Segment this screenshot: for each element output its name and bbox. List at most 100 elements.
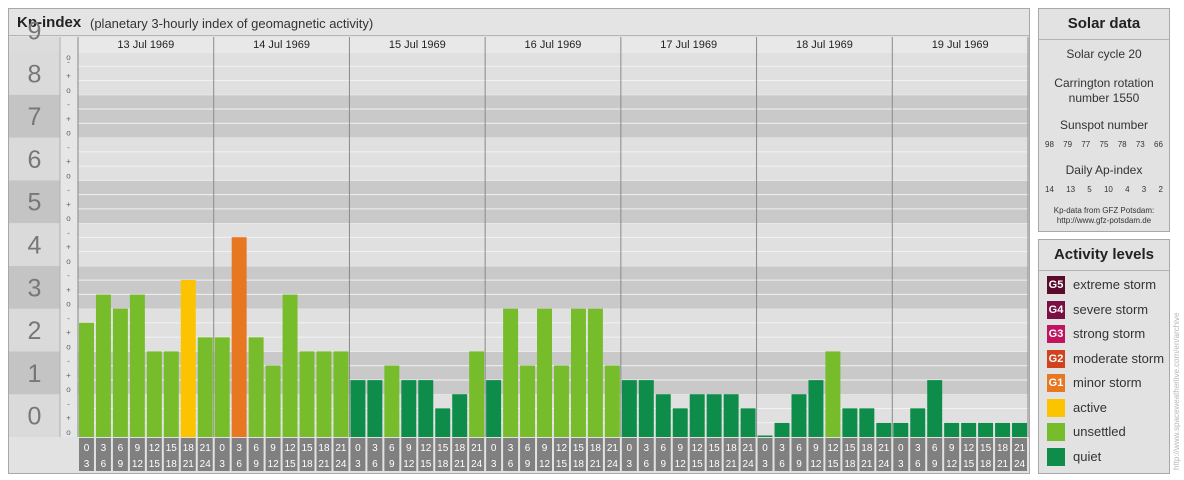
- sunspot-value-3: 75: [1099, 140, 1109, 149]
- hour-start-label: 9: [813, 443, 819, 454]
- hour-end-label: 3: [627, 459, 633, 470]
- hour-end-label: 6: [508, 459, 514, 470]
- kp-bar: [876, 422, 892, 437]
- hour-start-label: 0: [491, 443, 497, 454]
- legend-item-G5: G5 extreme storm: [1039, 273, 1169, 298]
- minor-tick-label: o: [66, 129, 71, 138]
- hour-end-label: 21: [454, 459, 466, 470]
- ap-index-label: Daily Ap-index: [1065, 163, 1143, 177]
- hour-end-label: 18: [166, 459, 178, 470]
- day-label: 17 Jul 1969: [660, 39, 717, 51]
- hour-end-label: 9: [932, 459, 938, 470]
- hour-end-label: 6: [779, 459, 785, 470]
- hour-start-label: 18: [454, 443, 466, 454]
- hour-end-label: 12: [675, 459, 687, 470]
- hour-start-label: 15: [980, 443, 992, 454]
- hour-start-label: 9: [542, 443, 548, 454]
- y-band: [78, 52, 1028, 95]
- ap-value-1: 13: [1066, 185, 1076, 194]
- hour-end-label: 6: [915, 459, 921, 470]
- kp-bar: [486, 380, 502, 437]
- minor-tick-label: -: [67, 143, 70, 152]
- kp-bar: [825, 351, 841, 437]
- kp-bar: [282, 294, 298, 437]
- kp-bar: [384, 365, 400, 437]
- kp-bar: [604, 365, 620, 437]
- kp-bar: [180, 280, 196, 437]
- kp-chart: 13 Jul 1969 14 Jul 1969 15 Jul 1969 16 Jul …: [9, 18, 1029, 471]
- sunspot-value-2: 77: [1081, 140, 1091, 149]
- legend-item-active: active: [1039, 396, 1169, 421]
- hour-start-label: 18: [590, 443, 602, 454]
- hour-end-label: 18: [301, 459, 313, 470]
- kp-bar: [537, 308, 552, 437]
- hour-end-label: 3: [491, 459, 497, 470]
- kp-bar: [129, 294, 145, 437]
- hour-start-label: 0: [355, 443, 361, 454]
- hour-end-label: 9: [660, 459, 666, 470]
- hour-end-label: 9: [253, 459, 259, 470]
- kp-bar: [740, 408, 756, 437]
- y-tick-label: 9: [28, 18, 42, 46]
- y-band: [78, 137, 1028, 181]
- y-tick-label: 3: [28, 274, 42, 302]
- hour-start-label: 3: [644, 443, 650, 454]
- hour-end-label: 3: [762, 459, 768, 470]
- hour-start-label: 21: [1014, 443, 1026, 454]
- hour-start-label: 12: [963, 443, 975, 454]
- minor-tick-label: +: [66, 328, 71, 337]
- minor-tick-label: +: [66, 414, 71, 423]
- sunspot-value-0: 98: [1045, 140, 1054, 149]
- hour-start-label: 18: [861, 443, 873, 454]
- y-tick-label: 2: [28, 317, 42, 345]
- source-line2: http://www.gfz-potsdam.de: [1056, 216, 1152, 225]
- day-label: 18 Jul 1969: [796, 39, 853, 51]
- hour-end-label: 21: [590, 459, 602, 470]
- hour-start-label: 15: [166, 443, 178, 454]
- hour-end-label: 24: [607, 459, 619, 470]
- ap-value-6: 2: [1158, 185, 1163, 194]
- sunspot-value-6: 66: [1154, 140, 1163, 149]
- hour-start-label: 0: [762, 443, 768, 454]
- y-tick-label: 7: [28, 103, 42, 131]
- minor-tick-label: +: [66, 200, 71, 209]
- hour-end-label: 21: [997, 459, 1009, 470]
- minor-tick-label: +: [66, 114, 71, 123]
- hour-end-label: 24: [200, 459, 212, 470]
- legend-label: severe storm: [1073, 301, 1149, 317]
- hour-start-label: 6: [932, 443, 938, 454]
- hour-start-label: 21: [335, 443, 347, 454]
- hour-end-label: 9: [525, 459, 531, 470]
- kp-bar: [808, 380, 824, 437]
- activity-levels-title: Activity levels: [1039, 240, 1169, 271]
- y-tick-label: 4: [28, 232, 42, 260]
- hour-end-label: 3: [898, 459, 904, 470]
- hour-start-label: 15: [301, 443, 313, 454]
- hour-start-label: 12: [420, 443, 432, 454]
- minor-tick-label: -: [67, 314, 70, 323]
- minor-tick-label: o: [66, 214, 71, 223]
- hour-start-label: 6: [253, 443, 259, 454]
- legend-label: extreme storm: [1073, 277, 1157, 292]
- hour-start-label: 0: [84, 443, 90, 454]
- kp-bar: [706, 394, 722, 437]
- hour-end-label: 18: [980, 459, 992, 470]
- hour-start-label: 12: [692, 443, 704, 454]
- minor-tick-label: -: [67, 271, 70, 280]
- kp-bar: [961, 422, 977, 437]
- kp-bar: [452, 394, 468, 437]
- hour-start-label: 6: [660, 443, 666, 454]
- y-tick-label: 6: [28, 146, 42, 174]
- legend-swatch: G3: [1047, 325, 1065, 343]
- minor-tick-label: o: [66, 300, 71, 309]
- minor-tick-label: -: [67, 228, 70, 237]
- hour-start-label: 15: [709, 443, 721, 454]
- kp-bar: [621, 380, 637, 437]
- hour-end-label: 21: [726, 459, 738, 470]
- kp-bar: [757, 435, 773, 437]
- minor-tick-label: o: [66, 428, 71, 437]
- kp-bar: [791, 394, 807, 437]
- kp-bar: [554, 365, 569, 437]
- hour-end-label: 9: [118, 459, 124, 470]
- kp-bar: [469, 351, 485, 437]
